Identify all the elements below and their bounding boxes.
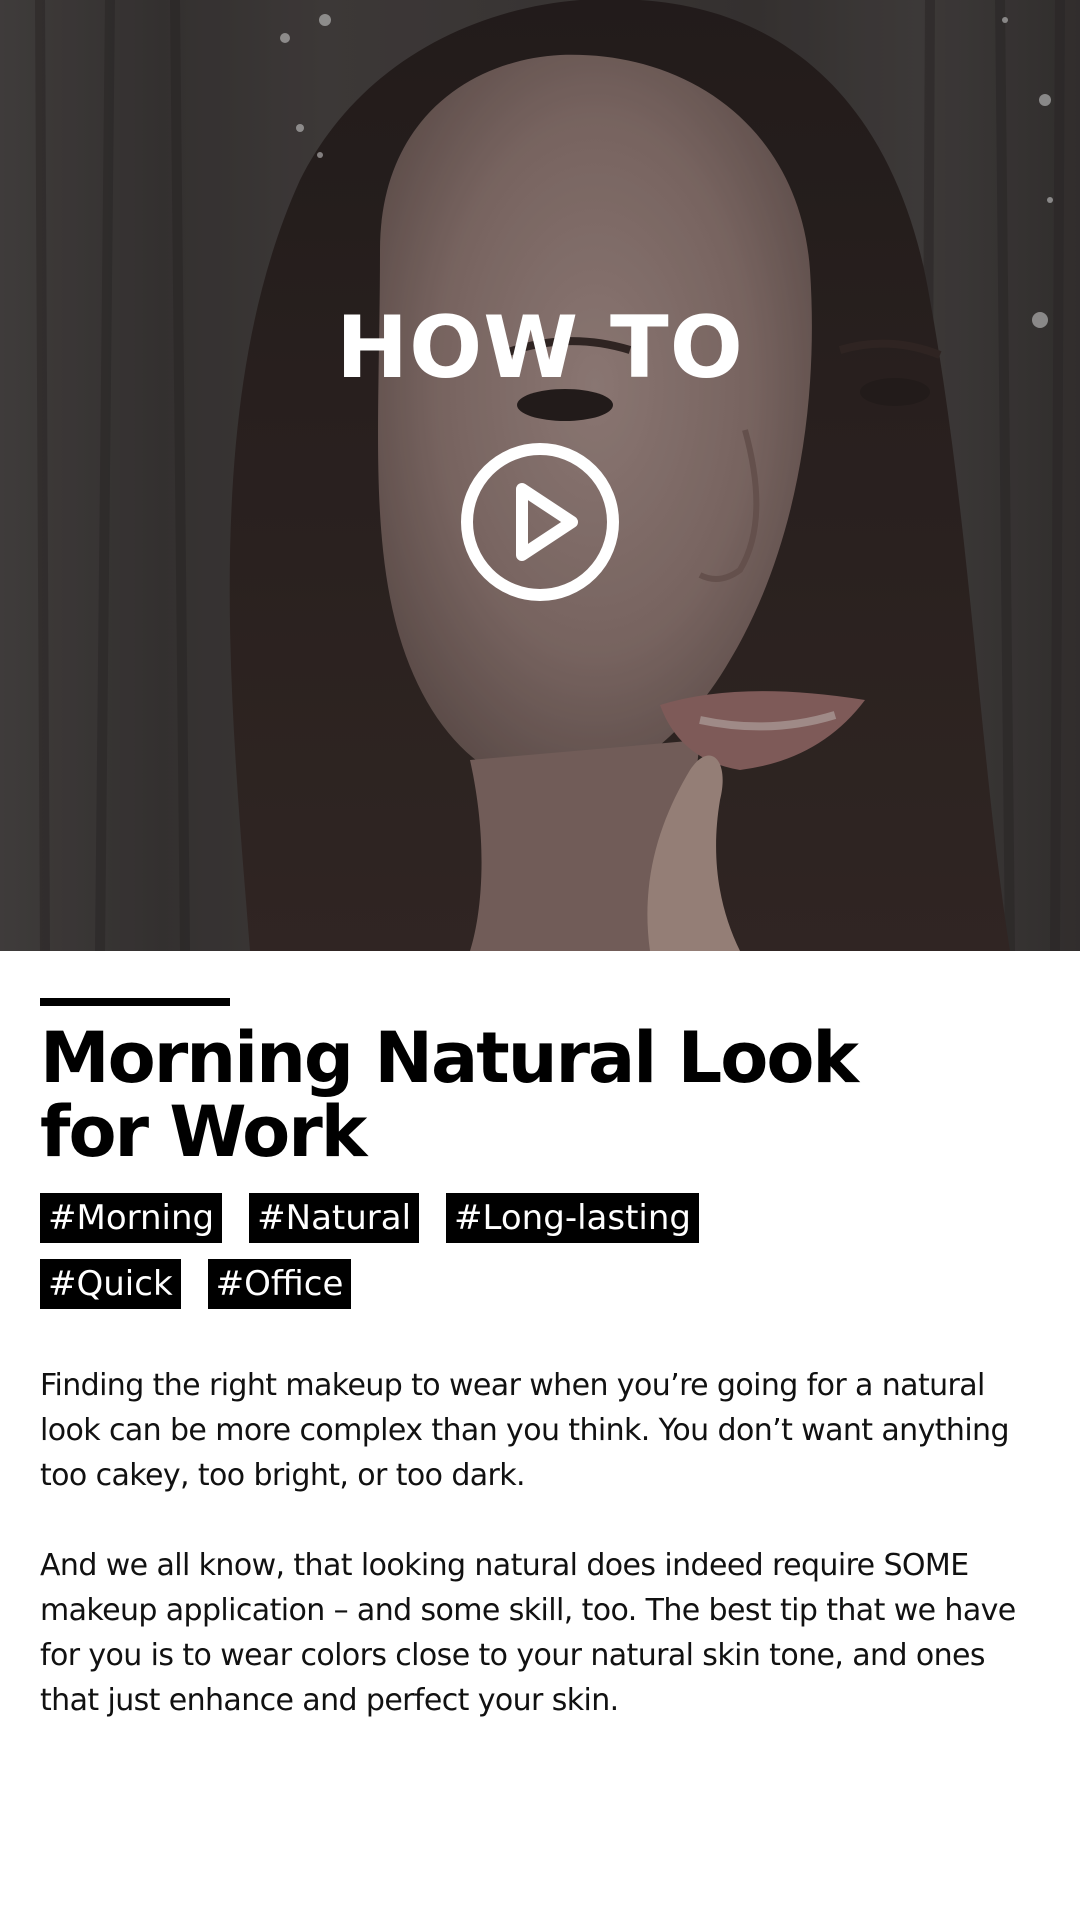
tag-quick[interactable]: #Quick: [40, 1259, 181, 1309]
tag-natural[interactable]: #Natural: [249, 1193, 420, 1243]
play-circle-icon: [461, 443, 619, 601]
article-paragraph: Finding the right makeup to wear when yo…: [40, 1368, 1010, 1493]
video-thumbnail[interactable]: HOW TO: [0, 0, 1080, 951]
tag-long-lasting[interactable]: #Long-lasting: [446, 1193, 699, 1243]
tag-row: #Morning #Natural #Long-lasting: [40, 1193, 1040, 1243]
play-button[interactable]: [460, 442, 620, 602]
video-heading: HOW TO: [336, 298, 744, 398]
tag-morning[interactable]: #Morning: [40, 1193, 223, 1243]
article-title-line-1: Morning Natural Look: [40, 1017, 859, 1099]
tag-row: #Quick #Office: [40, 1259, 1040, 1309]
article-title-line-2: for Work: [40, 1091, 367, 1173]
article-paragraph: And we all know, that looking natural do…: [40, 1548, 1016, 1718]
tag-list: #Morning #Natural #Long-lasting #Quick #…: [40, 1193, 1040, 1325]
title-rule: [40, 998, 230, 1006]
article-title: Morning Natural Look for Work: [40, 1021, 940, 1169]
tag-office[interactable]: #Office: [207, 1259, 352, 1309]
article-body: Finding the right makeup to wear when yo…: [40, 1363, 1050, 1768]
